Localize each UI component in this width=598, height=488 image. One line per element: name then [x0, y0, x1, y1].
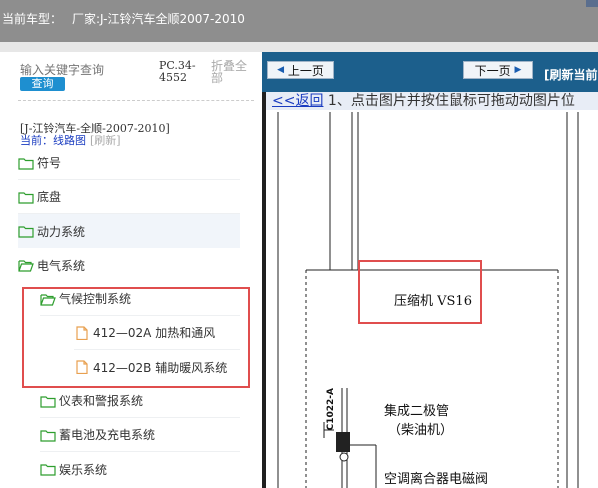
tree-item-label: 蓄电池及充电系统	[59, 428, 156, 442]
tree-item-electrical[interactable]: 电气系统	[18, 248, 240, 282]
folder-icon	[40, 462, 56, 476]
compressor-highlight-box	[358, 260, 482, 324]
tree-item-symbols[interactable]: 符号	[18, 146, 240, 180]
next-page-button[interactable]: 下一页 ▶	[463, 61, 533, 79]
prev-page-button[interactable]: ◀ 上一页	[267, 61, 334, 79]
tree-item-chassis[interactable]: 底盘	[18, 180, 240, 214]
tree-item-instruments-warnings[interactable]: 仪表和警报系统	[40, 384, 240, 418]
tree-item-battery-charging[interactable]: 蓄电池及充电系统	[40, 418, 240, 452]
tree-item-heating-ventilation[interactable]: 412—02A 加热和通风	[74, 316, 240, 350]
refresh-current-button[interactable]: [刷新当前	[544, 66, 598, 83]
diode-label-line1: 集成二极管	[384, 404, 450, 419]
pc-code: PC.34-4552	[159, 59, 196, 84]
sidebar: 查询 PC.34-4552 折叠全部 [J-江铃汽车-全顺-2007-2010]…	[0, 52, 262, 488]
document-icon	[74, 360, 90, 375]
folder-icon	[18, 224, 34, 238]
tree-item-label: 娱乐系统	[59, 462, 108, 477]
tree-item-powertrain[interactable]: 动力系统	[18, 214, 240, 248]
tree-item-climate-control[interactable]: 气候控制系统	[40, 282, 240, 316]
tree-item-label: 气候控制系统	[59, 292, 132, 306]
instruction-text: 1、点击图片并按住鼠标可拖动动图片位	[327, 93, 575, 109]
triangle-right-icon: ▶	[514, 65, 522, 75]
next-page-label: 下一页	[474, 63, 511, 78]
tree-item-label: 底盘	[37, 190, 62, 204]
tree-item-auxiliary-heater[interactable]: 412—02B 辅助暖风系统	[74, 350, 240, 384]
breadcrumb: [J-江铃汽车-全顺-2007-2010] 当前：线路图 [刷新]	[20, 123, 170, 147]
folder-open-icon	[18, 258, 34, 272]
triangle-left-icon: ◀	[277, 65, 285, 75]
app-header: 当前车型： 厂家:J-江铃汽车全顺2007-2010	[0, 0, 598, 42]
folder-open-icon	[40, 292, 56, 306]
folder-icon	[18, 156, 34, 170]
prev-page-label: 上一页	[287, 63, 324, 78]
model-value: 厂家:J-江铃汽车全顺2007-2010	[72, 12, 245, 26]
tree-item-label: 动力系统	[37, 224, 86, 239]
instruction-bar: <<返回 1、点击图片并按住鼠标可拖动动图片位	[266, 92, 598, 110]
tree-item-label: 符号	[37, 156, 62, 170]
folder-icon	[40, 428, 56, 442]
tree-item-label: 412—02B 辅助暖风系统	[93, 360, 228, 375]
tree-item-label: 仪表和警报系统	[59, 394, 144, 408]
folder-icon	[40, 394, 56, 408]
viewer-toolbar: ◀ 上一页 下一页 ▶ [刷新当前	[262, 52, 598, 92]
back-link[interactable]: <<返回	[272, 93, 323, 109]
tree-item-label: 电气系统	[37, 258, 86, 273]
connector-vertical-label: C1022-A	[326, 388, 336, 431]
search-button[interactable]: 查询	[20, 77, 65, 91]
wiring-diagram[interactable]: 压缩机 VS16 集成二极管 （柴油机） 空调离合器电磁阀 C1022-A	[266, 110, 598, 488]
diode-label-line2: （柴油机）	[388, 423, 454, 438]
document-icon	[74, 325, 90, 340]
header-subbar	[0, 42, 598, 52]
fold-all-button[interactable]: 折叠全部	[211, 60, 255, 84]
search-input[interactable]	[20, 62, 148, 78]
divider	[18, 100, 254, 101]
vehicle-model: 当前车型： 厂家:J-江铃汽车全顺2007-2010	[2, 10, 245, 27]
tree-item-entertainment[interactable]: 娱乐系统	[40, 452, 240, 486]
tree-item-label: 412—02A 加热和通风	[93, 326, 216, 340]
diagram-viewer: ◀ 上一页 下一页 ▶ [刷新当前 <<返回 1、点击图片并按住鼠标可拖动动图片…	[262, 52, 598, 488]
model-label: 当前车型：	[2, 12, 63, 26]
folder-icon	[18, 190, 34, 204]
header-edge	[586, 0, 598, 7]
clutch-label: 空调离合器电磁阀	[384, 472, 489, 487]
